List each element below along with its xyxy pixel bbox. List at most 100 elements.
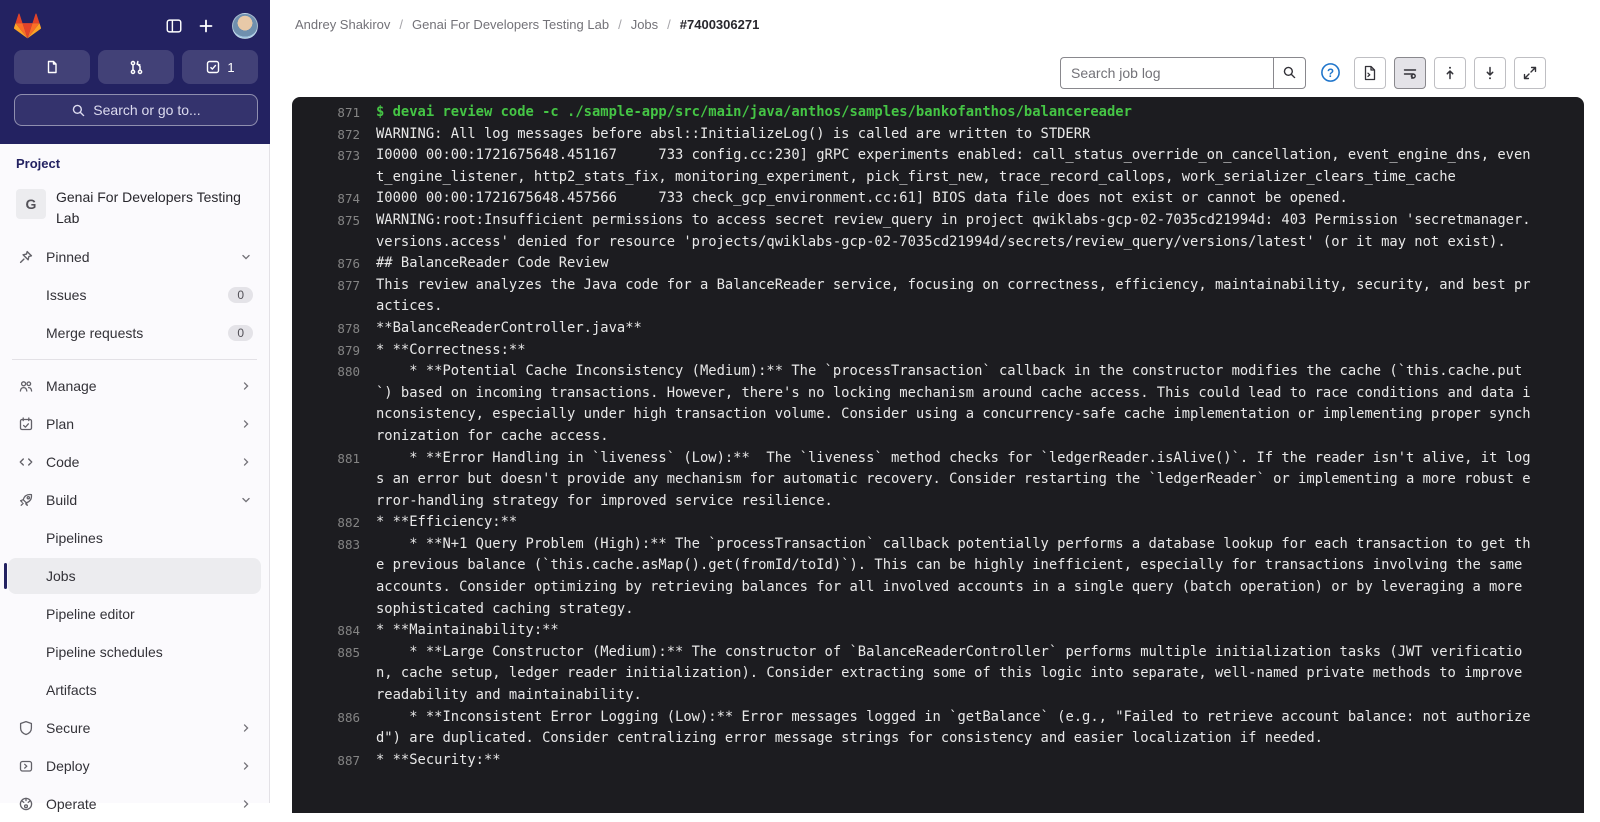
show-raw-log-button[interactable] — [1354, 56, 1386, 89]
search-submit-button[interactable] — [1273, 56, 1306, 89]
sidebar-item-label: Pipelines — [46, 530, 103, 546]
sidebar-item-label: Pinned — [46, 249, 90, 265]
line-number[interactable]: 884 — [304, 620, 360, 642]
merge-requests-count-badge: 0 — [228, 325, 253, 341]
line-number[interactable]: 874 — [304, 188, 360, 210]
chevron-down-icon — [239, 250, 253, 264]
chevron-down-icon — [239, 493, 253, 507]
log-line: 887 * **Security:** — [304, 750, 1534, 772]
sidebar-item-manage[interactable]: Manage — [8, 368, 261, 404]
pin-icon — [18, 249, 34, 265]
line-number[interactable]: 878 — [304, 318, 360, 340]
project-avatar: G — [16, 189, 46, 219]
code-icon — [18, 454, 34, 470]
sidebar-item-pipelines[interactable]: Pipelines — [8, 520, 261, 556]
sidebar-section-label: Project — [16, 156, 61, 171]
line-number[interactable]: 876 — [304, 253, 360, 275]
sidebar-item-pipeline-schedules[interactable]: Pipeline schedules — [8, 634, 261, 670]
log-line: 883 * **N+1 Query Problem (High):** The … — [304, 534, 1534, 620]
gitlab-logo-icon[interactable] — [14, 13, 41, 39]
sidebar-item-merge-requests[interactable]: Merge requests 0 — [8, 315, 261, 351]
line-number[interactable]: 885 — [304, 642, 360, 707]
svg-text:?: ? — [1326, 68, 1333, 80]
sidebar-toggle-icon — [166, 19, 182, 33]
chevron-right-icon — [239, 379, 253, 393]
line-number[interactable]: 875 — [304, 210, 360, 253]
sidebar-header: 1 Search or go to... — [0, 0, 270, 144]
scroll-down-icon — [1486, 66, 1494, 79]
sidebar-item-label: Issues — [46, 287, 87, 303]
line-number[interactable]: 882 — [304, 512, 360, 534]
create-new-button[interactable] — [190, 10, 222, 42]
sidebar-item-operate[interactable]: Operate — [8, 786, 261, 822]
search-label: Search or go to... — [93, 102, 201, 118]
sidebar-item-label: Jobs — [46, 568, 76, 584]
issues-icon — [47, 60, 57, 74]
job-log-viewer[interactable]: $ devai review code -c ./sample-app/src/… — [292, 97, 1584, 813]
sidebar-item-label: Secure — [46, 720, 91, 736]
fullscreen-icon — [1523, 66, 1537, 79]
merge-requests-shortcut-button[interactable] — [98, 50, 174, 84]
log-line: 871 $ devai review code -c ./sample-app/s… — [304, 102, 1534, 124]
sidebar-item-label: Build — [46, 492, 78, 508]
scroll-to-bottom-button[interactable] — [1474, 56, 1506, 89]
todos-shortcut-button[interactable]: 1 — [182, 50, 258, 84]
sidebar-item-issues[interactable]: Issues 0 — [8, 277, 261, 313]
line-number[interactable]: 879 — [304, 340, 360, 362]
line-number[interactable]: 887 — [304, 750, 360, 772]
sidebar-item-secure[interactable]: Secure — [8, 710, 261, 746]
sidebar-item-artifacts[interactable]: Artifacts — [8, 672, 261, 708]
sidebar-item-pinned[interactable]: Pinned — [8, 239, 261, 275]
sidebar-item-build[interactable]: Build — [8, 482, 261, 518]
sidebar-project-link[interactable]: G Genai For Developers Testing Lab — [8, 181, 261, 239]
breadcrumb-project-link[interactable]: Genai For Developers Testing Lab — [412, 17, 609, 32]
line-number[interactable]: 871 — [304, 102, 360, 124]
question-circle-icon: ? — [1320, 63, 1340, 82]
search-help-button[interactable]: ? — [1318, 61, 1342, 85]
log-line: 878 **BalanceReaderController.java** — [304, 318, 1534, 340]
project-name: Genai For Developers Testing Lab — [56, 189, 241, 226]
line-number[interactable]: 883 — [304, 534, 360, 620]
issues-shortcut-button[interactable] — [14, 50, 90, 84]
log-line: 879 * **Correctness:** — [304, 340, 1534, 362]
sidebar-item-deploy[interactable]: Deploy — [8, 748, 261, 784]
sidebar-item-label: Pipeline editor — [46, 606, 135, 622]
sidebar-item-jobs[interactable]: Jobs — [4, 558, 261, 594]
line-number[interactable]: 886 — [304, 707, 360, 750]
line-number[interactable]: 880 — [304, 361, 360, 447]
sidebar-item-label: Operate — [46, 796, 97, 812]
chevron-right-icon — [239, 721, 253, 735]
sidebar-divider — [12, 359, 257, 360]
wrap-lines-button[interactable] — [1394, 56, 1426, 89]
operate-icon — [18, 796, 34, 812]
sidebar-item-label: Merge requests — [46, 325, 144, 341]
todo-count: 1 — [227, 59, 235, 75]
sidebar-item-plan[interactable]: Plan — [8, 406, 261, 442]
scroll-up-icon — [1446, 66, 1454, 79]
line-number[interactable]: 873 — [304, 145, 360, 188]
fullscreen-button[interactable] — [1514, 56, 1546, 89]
line-number[interactable]: 872 — [304, 124, 360, 146]
sidebar-nav: Project G Genai For Developers Testing L… — [0, 144, 269, 812]
sidebar-item-code[interactable]: Code — [8, 444, 261, 480]
sidebar-item-label: Artifacts — [46, 682, 97, 698]
sidebar-item-label: Code — [46, 454, 80, 470]
line-number[interactable]: 881 — [304, 448, 360, 513]
log-line: 876 ## BalanceReader Code Review — [304, 253, 1534, 275]
line-number[interactable]: 877 — [304, 275, 360, 318]
log-line: 884 * **Maintainability:** — [304, 620, 1534, 642]
sidebar-item-pipeline-editor[interactable]: Pipeline editor — [8, 596, 261, 632]
breadcrumb-jobs-link[interactable]: Jobs — [631, 17, 658, 32]
search-icon — [1283, 66, 1296, 79]
search-job-log-input[interactable] — [1060, 56, 1273, 89]
breadcrumb-user-link[interactable]: Andrey Shakirov — [295, 17, 390, 32]
scroll-to-top-button[interactable] — [1434, 56, 1466, 89]
issues-count-badge: 0 — [228, 287, 253, 303]
log-line: 877 This review analyzes the Java code fo… — [304, 275, 1534, 318]
main-content: Andrey Shakirov / Genai For Developers T… — [270, 0, 1600, 813]
user-avatar[interactable] — [232, 13, 258, 39]
raw-log-icon — [1364, 65, 1376, 80]
search-or-go-to-input[interactable]: Search or go to... — [14, 94, 258, 126]
collapse-sidebar-button[interactable] — [158, 10, 190, 42]
log-line: 882 * **Efficiency:** — [304, 512, 1534, 534]
